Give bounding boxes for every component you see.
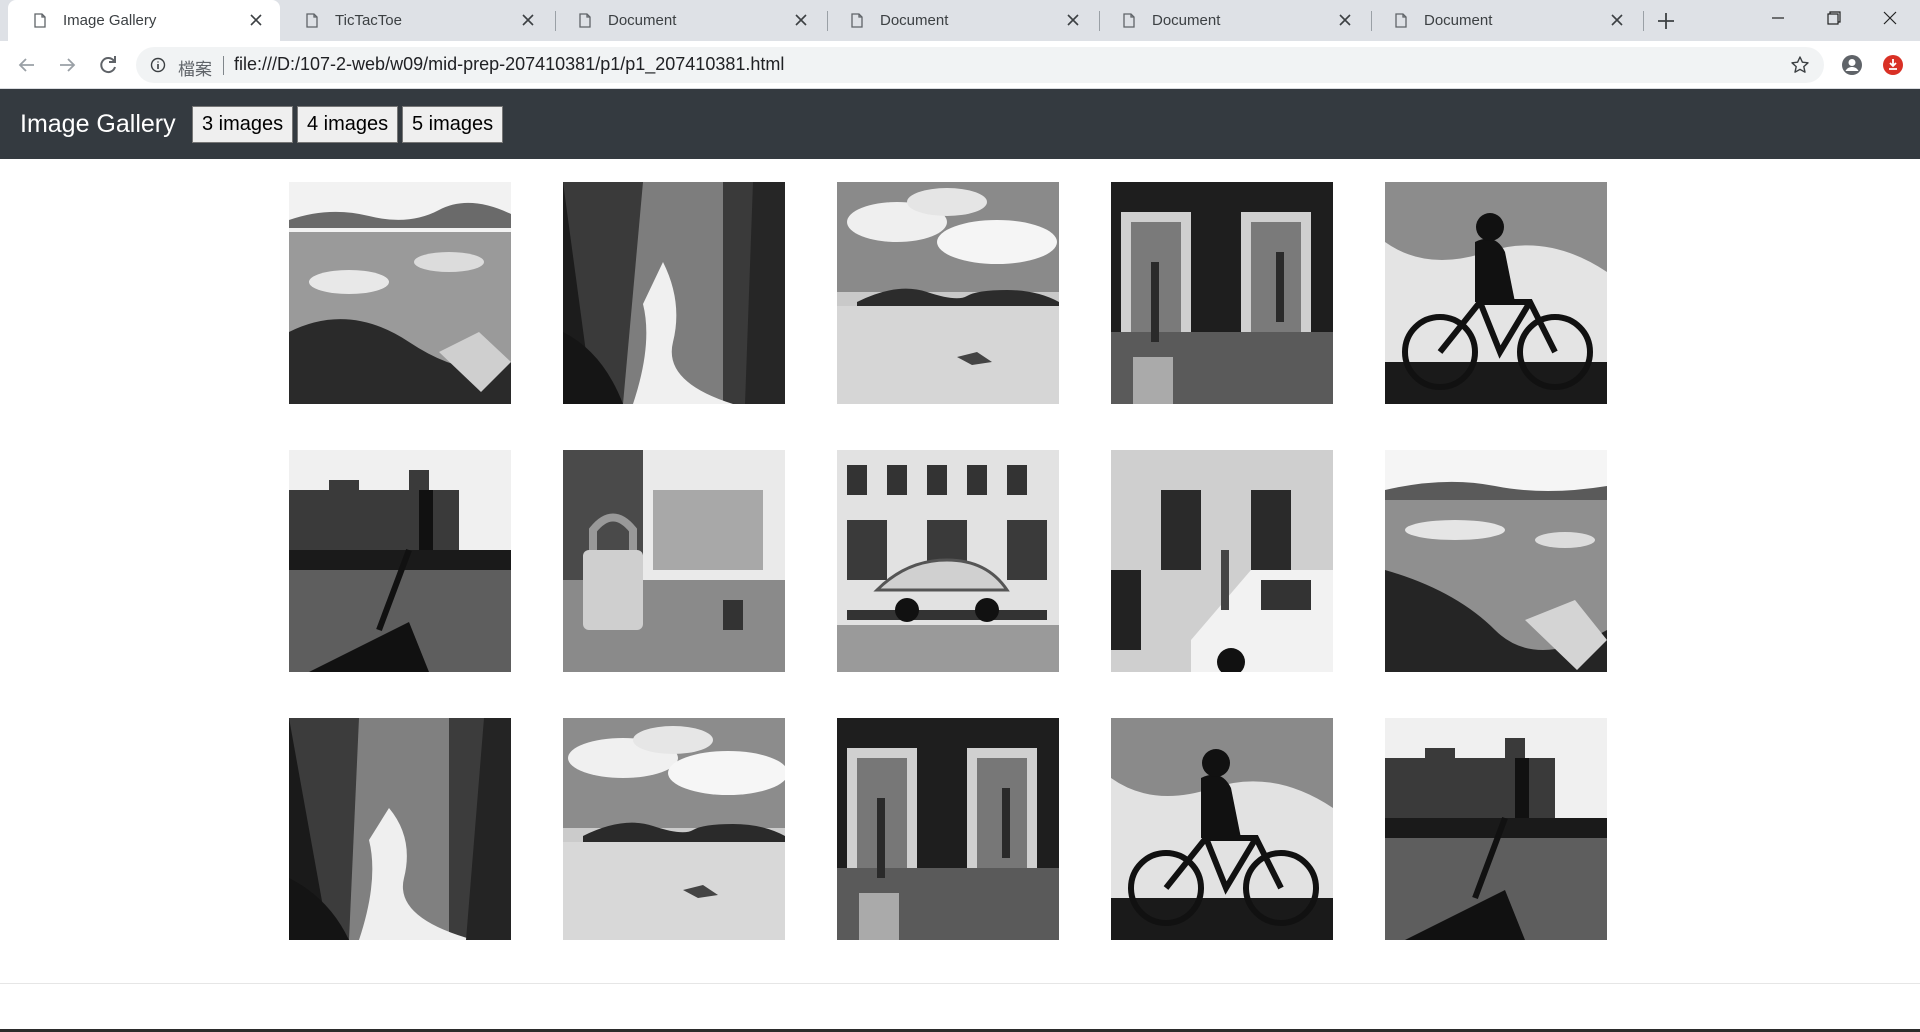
tab-image-gallery[interactable]: Image Gallery <box>8 0 280 41</box>
forest-waterfall-photo <box>289 718 511 940</box>
omnibox-divider <box>223 56 224 75</box>
reload-icon[interactable] <box>94 51 122 79</box>
tab-title: Image Gallery <box>63 12 157 29</box>
brand-title: Image Gallery <box>20 110 176 138</box>
station-lifts-photo <box>1111 182 1333 404</box>
page-icon <box>1123 13 1135 28</box>
tab-document[interactable]: Document <box>825 0 1097 41</box>
gallery-image[interactable] <box>837 450 1059 672</box>
gallery-image[interactable] <box>289 718 511 940</box>
gallery-image[interactable] <box>289 450 511 672</box>
tab-document[interactable]: Document <box>1097 0 1369 41</box>
extension-icon[interactable] <box>1882 54 1904 76</box>
gallery-image[interactable] <box>1385 450 1607 672</box>
gallery-image[interactable] <box>1111 182 1333 404</box>
plus-icon[interactable] <box>1653 8 1679 34</box>
close-icon[interactable] <box>1066 13 1080 27</box>
forward-arrow-icon[interactable] <box>53 51 81 79</box>
gallery-image[interactable] <box>1111 450 1333 672</box>
page-icon <box>851 13 863 28</box>
page-viewport: Image Gallery 3 images 4 images 5 images <box>0 89 1920 1032</box>
forest-waterfall-photo <box>563 182 785 404</box>
profile-icon[interactable] <box>1841 54 1863 76</box>
tab-title: Document <box>608 12 677 29</box>
five-images-button[interactable]: 5 images <box>402 106 504 143</box>
page-icon <box>306 13 318 28</box>
cyclist-silhouette-photo <box>1111 718 1333 940</box>
cyclist-silhouette-photo <box>1385 182 1607 404</box>
tab-title: Document <box>880 12 949 29</box>
gallery-image[interactable] <box>1111 718 1333 940</box>
glacier-lagoon-photo <box>289 182 511 404</box>
page-divider <box>0 983 1920 984</box>
walker-city-photo <box>1385 718 1607 940</box>
browser-toolbar: 檔案 file:///D:/107-2-web/w09/mid-prep-207… <box>0 41 1920 89</box>
desert-dunes-photo <box>837 182 1059 404</box>
page-icon <box>579 13 591 28</box>
gallery-image[interactable] <box>1385 718 1607 940</box>
desert-dunes-photo <box>563 718 785 940</box>
close-icon[interactable] <box>1610 13 1624 27</box>
gallery-image[interactable] <box>1385 182 1607 404</box>
padlock-street-photo <box>563 450 785 672</box>
info-icon[interactable] <box>150 57 166 73</box>
classic-car-photo <box>837 450 1059 672</box>
window-close-icon[interactable] <box>1862 0 1917 41</box>
station-lifts-photo <box>837 718 1059 940</box>
gallery-image[interactable] <box>837 182 1059 404</box>
tab-document[interactable]: Document <box>1369 0 1641 41</box>
gallery-image[interactable] <box>563 182 785 404</box>
tab-separator <box>1643 11 1644 31</box>
address-bar[interactable]: 檔案 file:///D:/107-2-web/w09/mid-prep-207… <box>136 47 1824 83</box>
tab-strip: Image Gallery TicTacToe Document Documen… <box>0 0 1920 41</box>
walker-city-photo <box>289 450 511 672</box>
glacier-lagoon-photo <box>1385 450 1607 672</box>
tab-title: Document <box>1152 12 1221 29</box>
restore-icon[interactable] <box>1806 0 1861 41</box>
close-icon[interactable] <box>249 13 263 27</box>
tab-document[interactable]: Document <box>553 0 825 41</box>
url-text[interactable]: file:///D:/107-2-web/w09/mid-prep-207410… <box>234 54 784 75</box>
page-icon <box>34 13 46 28</box>
minimize-icon[interactable] <box>1750 0 1805 41</box>
close-icon[interactable] <box>521 13 535 27</box>
four-images-button[interactable]: 4 images <box>297 106 399 143</box>
tab-title: TicTacToe <box>335 12 402 29</box>
three-images-button[interactable]: 3 images <box>192 106 294 143</box>
tab-title: Document <box>1424 12 1493 29</box>
tab-tictactoe[interactable]: TicTacToe <box>280 0 552 41</box>
page-icon <box>1395 13 1407 28</box>
gallery-image[interactable] <box>563 450 785 672</box>
back-arrow-icon[interactable] <box>13 51 41 79</box>
close-icon[interactable] <box>794 13 808 27</box>
star-icon[interactable] <box>1790 55 1810 75</box>
gallery-image[interactable] <box>563 718 785 940</box>
building-van-photo <box>1111 450 1333 672</box>
gallery-navbar: Image Gallery 3 images 4 images 5 images <box>0 89 1920 159</box>
protocol-label: 檔案 <box>178 60 212 80</box>
gallery-image[interactable] <box>837 718 1059 940</box>
close-icon[interactable] <box>1338 13 1352 27</box>
gallery-image[interactable] <box>289 182 511 404</box>
